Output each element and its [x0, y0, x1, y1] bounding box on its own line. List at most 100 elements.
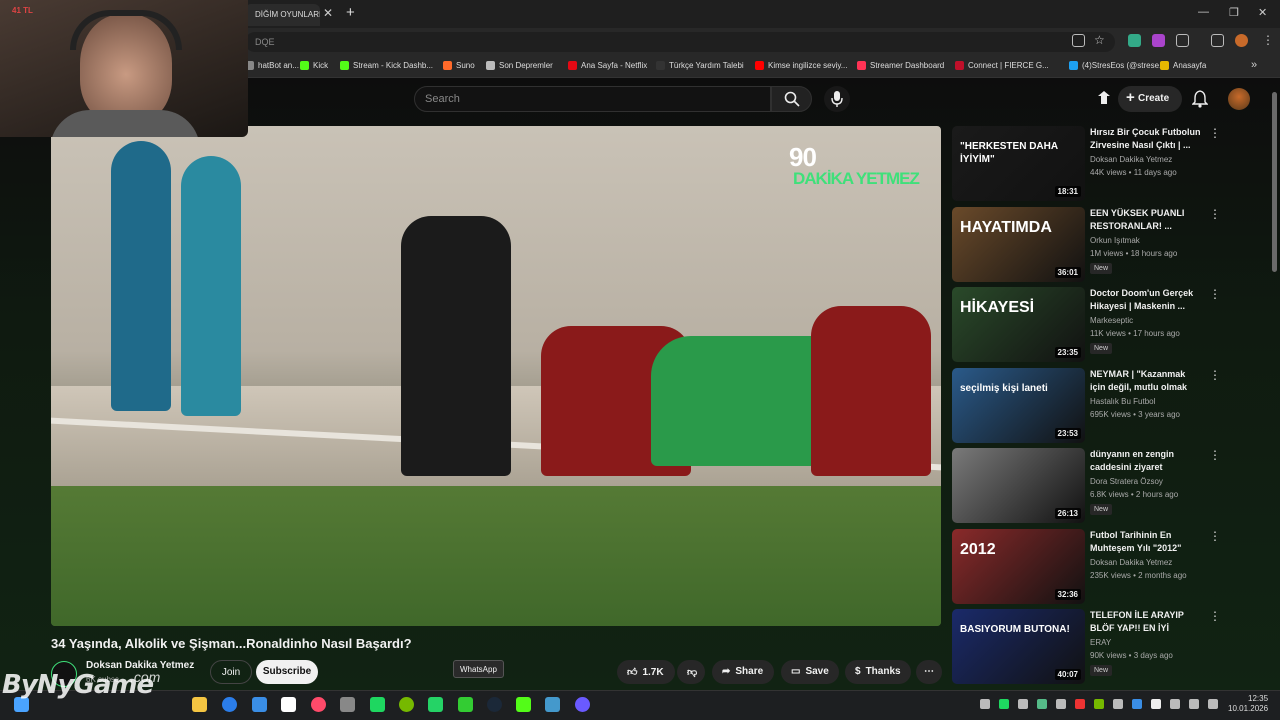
bookmark-item[interactable]: Türkçe Yardım Talebi	[656, 61, 744, 70]
search-input[interactable]: Search	[414, 86, 771, 112]
video-thumbnail[interactable]: seçilmiş kişi laneti 23:53	[952, 367, 1085, 443]
window-close-icon[interactable]: ✕	[1258, 6, 1267, 19]
recommended-channel[interactable]: Markeseptic	[1090, 316, 1133, 325]
system-tray-icon[interactable]	[1151, 699, 1161, 709]
system-tray-icon[interactable]	[1189, 699, 1199, 709]
more-options-icon[interactable]: ⋮	[1209, 287, 1221, 301]
voice-search-button[interactable]	[824, 86, 850, 112]
system-tray-icon[interactable]	[1037, 699, 1047, 709]
system-tray-icon[interactable]	[1208, 699, 1218, 709]
taskbar-app-icon[interactable]	[370, 697, 385, 712]
bookmark-item[interactable]: Connect | FIERCE G...	[955, 61, 1049, 70]
recommended-channel[interactable]: Hastalık Bu Futbol	[1090, 397, 1155, 406]
video-thumbnail[interactable]: 2012 32:36	[952, 528, 1085, 604]
notifications-bell-icon[interactable]	[1191, 90, 1209, 113]
menu-kebab-icon[interactable]: ⋮	[1262, 33, 1274, 47]
bookmark-item[interactable]: Son Depremler	[486, 61, 553, 70]
taskbar-app-icon[interactable]	[516, 697, 531, 712]
search-button[interactable]	[771, 86, 812, 112]
recommended-title[interactable]: dünyanın en zengin caddesini ziyaret	[1090, 448, 1202, 474]
more-actions-button[interactable]: ⋯	[916, 660, 942, 684]
url-input[interactable]: DQE	[245, 32, 1115, 52]
system-tray-icon[interactable]	[999, 699, 1009, 709]
like-button[interactable]: 👍︎ 1.7K	[617, 660, 675, 684]
join-button[interactable]: Join	[210, 660, 252, 684]
recommended-title[interactable]: EEN YÜKSEK PUANLI RESTORANLAR! ...	[1090, 207, 1202, 233]
upload-icon[interactable]	[1096, 90, 1112, 111]
bookmark-item[interactable]: hatBot an...	[245, 61, 299, 70]
tab-close-icon[interactable]: ✕	[323, 6, 333, 20]
recommended-video[interactable]: BASIYORUM BUTONA! 40:07 TELEFON İLE ARAYIP…	[952, 609, 1262, 685]
tab-search-icon[interactable]	[1211, 34, 1224, 47]
bookmark-item[interactable]: Stream - Kick Dashb...	[340, 61, 433, 70]
bookmark-item[interactable]: Kick	[300, 61, 328, 70]
scrollbar[interactable]	[1272, 92, 1277, 272]
extension-icon[interactable]	[1152, 34, 1165, 47]
recommended-channel[interactable]: Doksan Dakika Yetmez	[1090, 155, 1172, 164]
recommended-title[interactable]: Futbol Tarihinin En Muhteşem Yılı "2012"	[1090, 529, 1202, 555]
bookmark-item[interactable]: Streamer Dashboard	[857, 61, 944, 70]
bookmark-item[interactable]: Ana Sayfa - Netflix	[568, 61, 647, 70]
system-tray-icon[interactable]	[1018, 699, 1028, 709]
taskbar-app-icon[interactable]	[192, 697, 207, 712]
system-tray-icon[interactable]	[1132, 699, 1142, 709]
bookmark-star-icon[interactable]: ☆	[1094, 33, 1105, 47]
create-button[interactable]: + Create	[1118, 86, 1182, 112]
restore-icon[interactable]: ❐	[1229, 6, 1239, 19]
new-tab-icon[interactable]: +	[346, 4, 355, 21]
browser-tab-active[interactable]: DİĞİM OYUNLARI O	[245, 4, 320, 26]
recommended-title[interactable]: TELEFON İLE ARAYIP BLÖF YAP!! EN İYİ YAL…	[1090, 609, 1202, 636]
minimize-icon[interactable]: —	[1198, 6, 1209, 18]
thanks-button[interactable]: $ Thanks	[845, 660, 911, 684]
video-thumbnail[interactable]: 26:13	[952, 448, 1085, 523]
taskbar-app-icon[interactable]	[399, 697, 414, 712]
video-player[interactable]: 90DAKİKA YETMEZ	[51, 126, 941, 626]
more-options-icon[interactable]: ⋮	[1209, 207, 1221, 221]
recommended-title[interactable]: Doctor Doom'un Gerçek Hikayesi | Maskeni…	[1090, 287, 1202, 313]
system-tray-icon[interactable]	[1094, 699, 1104, 709]
account-avatar[interactable]	[1228, 88, 1250, 110]
taskbar-app-icon[interactable]	[340, 697, 355, 712]
recommended-video[interactable]: "HERKESTEN DAHA İYİYİM" 18:31 Hırsız Bir Ç…	[952, 126, 1262, 202]
more-options-icon[interactable]: ⋮	[1209, 126, 1221, 140]
taskbar-app-icon[interactable]	[575, 697, 590, 712]
video-thumbnail[interactable]: HİKAYESİ 23:35	[952, 287, 1085, 362]
taskbar-app-icon[interactable]	[428, 697, 443, 712]
recommended-video[interactable]: HİKAYESİ 23:35 Doctor Doom'un Gerçek Hikay…	[952, 287, 1262, 363]
recommended-video[interactable]: seçilmiş kişi laneti 23:53 NEYMAR | "Kazan…	[952, 367, 1262, 444]
system-tray-icon[interactable]	[1056, 699, 1066, 709]
taskbar-app-icon[interactable]	[545, 697, 560, 712]
bookmark-item[interactable]: Anasayfa	[1160, 61, 1206, 70]
taskbar-app-icon[interactable]	[311, 697, 326, 712]
recommended-channel[interactable]: Orkun Işıtmak	[1090, 236, 1140, 245]
taskbar-app-icon[interactable]	[222, 697, 237, 712]
bookmark-item[interactable]: (4)StresEos (@strese...	[1069, 61, 1166, 70]
recommended-channel[interactable]: ERAY	[1090, 638, 1111, 647]
more-options-icon[interactable]: ⋮	[1209, 529, 1221, 543]
more-options-icon[interactable]: ⋮	[1209, 609, 1221, 623]
recommended-title[interactable]: Hırsız Bir Çocuk Futbolun Zirvesine Nası…	[1090, 126, 1202, 152]
bookmark-item[interactable]: Suno	[443, 61, 475, 70]
recommended-title[interactable]: NEYMAR | "Kazanmak için değil, mutlu olm…	[1090, 368, 1202, 395]
system-clock[interactable]: 12:35 10.01.2026	[1228, 694, 1268, 714]
system-tray-icon[interactable]	[1113, 699, 1123, 709]
more-options-icon[interactable]: ⋮	[1209, 448, 1221, 462]
recommended-channel[interactable]: Dora Stratera Özsoy	[1090, 477, 1163, 486]
extensions-puzzle-icon[interactable]	[1176, 34, 1189, 47]
share-button[interactable]: ➦ Share	[712, 660, 774, 684]
taskbar-app-icon[interactable]	[281, 697, 296, 712]
extension-icon[interactable]	[1128, 34, 1141, 47]
save-button[interactable]: ▭ Save	[781, 660, 839, 684]
bookmark-item[interactable]: Kimse ingilizce seviy...	[755, 61, 847, 70]
system-tray-icon[interactable]	[980, 699, 990, 709]
subscribe-button[interactable]: Subscribe	[256, 660, 318, 684]
bookmarks-overflow-icon[interactable]: »	[1251, 59, 1257, 71]
taskbar-app-icon[interactable]	[458, 697, 473, 712]
video-thumbnail[interactable]: HAYATIMDA 36:01	[952, 206, 1085, 282]
recommended-video[interactable]: HAYATIMDA 36:01 EEN YÜKSEK PUANLI RESTORAN…	[952, 206, 1262, 283]
cast-icon[interactable]	[1072, 34, 1085, 47]
recommended-video[interactable]: 26:13 dünyanın en zengin caddesini ziyare…	[952, 448, 1262, 524]
video-thumbnail[interactable]: BASIYORUM BUTONA! 40:07	[952, 609, 1085, 684]
taskbar-app-icon[interactable]	[487, 697, 502, 712]
recommended-channel[interactable]: Doksan Dakika Yetmez	[1090, 558, 1172, 567]
